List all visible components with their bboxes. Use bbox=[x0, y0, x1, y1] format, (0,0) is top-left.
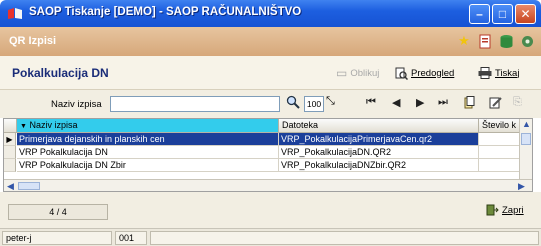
window-title: SAOP Tiskanje [DEMO] - SAOP RAČUNALNIŠTV… bbox=[29, 6, 302, 18]
vertical-scroll-thumb[interactable] bbox=[521, 133, 531, 145]
cell-datoteka[interactable]: VRP_PokalkulacijaDN.QR2 bbox=[279, 146, 479, 159]
sort-down-icon: ▼ bbox=[20, 123, 27, 130]
cell-naziv[interactable]: VRP Pokalkulacija DN bbox=[17, 146, 279, 159]
edit-record-icon[interactable] bbox=[489, 96, 502, 112]
settings-gear-icon[interactable] bbox=[519, 33, 535, 49]
panel-header: QR Izpisi ★ bbox=[0, 27, 541, 56]
printer-icon bbox=[478, 67, 492, 79]
preview-label: Predogled bbox=[411, 67, 455, 79]
minimize-button[interactable]: – bbox=[469, 4, 490, 24]
reports-grid[interactable]: ▼ Naziv izpisa Datoteka Število k ▶ Prim… bbox=[3, 118, 533, 192]
status-user: peter-j bbox=[2, 231, 112, 245]
close-form-button[interactable]: Zapri bbox=[486, 204, 524, 216]
window-titlebar[interactable]: SAOP Tiskanje [DEMO] - SAOP RAČUNALNIŠTV… bbox=[0, 0, 541, 27]
zoom-icon[interactable]: ⤡ bbox=[326, 95, 335, 108]
status-code: 001 bbox=[115, 231, 147, 245]
print-button[interactable]: Tiskaj bbox=[478, 64, 519, 82]
cell-stevilo[interactable] bbox=[479, 159, 520, 172]
last-record-icon[interactable]: ⏭ bbox=[438, 96, 448, 109]
maximize-button[interactable]: □ bbox=[492, 4, 513, 24]
app-logo-icon bbox=[8, 8, 22, 19]
column-header-naziv[interactable]: ▼ Naziv izpisa bbox=[17, 119, 279, 133]
panel-title: QR Izpisi bbox=[9, 35, 57, 47]
design-icon: ▭ bbox=[336, 66, 348, 80]
panel-header-icons: ★ bbox=[456, 33, 535, 51]
column-header-stevilo[interactable]: Število k bbox=[479, 119, 520, 133]
column-header-datoteka[interactable]: Datoteka bbox=[279, 119, 479, 133]
column-header-naziv-label: Naziv izpisa bbox=[29, 120, 78, 130]
next-record-icon[interactable]: ▶ bbox=[416, 96, 424, 109]
copy-record-icon[interactable] bbox=[464, 96, 475, 112]
magnifier-document-icon bbox=[395, 67, 408, 80]
close-form-label: Zapri bbox=[502, 204, 524, 216]
status-bar: peter-j 001 bbox=[0, 228, 541, 246]
search-icon[interactable] bbox=[286, 95, 300, 109]
record-counter: 4 / 4 bbox=[8, 204, 108, 220]
table-row[interactable]: ▶ Primerjava dejanskih in planskih cen V… bbox=[4, 133, 532, 146]
close-icon: ✕ bbox=[520, 7, 531, 21]
column-header-datoteka-label: Datoteka bbox=[282, 120, 319, 130]
form-title: Pokalkulacija DN bbox=[12, 66, 109, 80]
maximize-icon: □ bbox=[498, 7, 507, 21]
cell-datoteka[interactable]: VRP_PokalkulacijaDNZbir.QR2 bbox=[279, 159, 479, 172]
first-record-icon[interactable]: ⏮ bbox=[366, 96, 376, 109]
cell-naziv[interactable]: VRP Pokalkulacija DN Zbir bbox=[17, 159, 279, 172]
filter-label: Naziv izpisa bbox=[51, 99, 102, 110]
form-heading: Pokalkulacija DN ▭ Oblikuj Predogled Tis… bbox=[0, 56, 541, 90]
minimize-icon: – bbox=[476, 7, 483, 21]
document-icon[interactable] bbox=[477, 33, 493, 49]
filter-input[interactable] bbox=[110, 96, 280, 112]
preview-button[interactable]: Predogled bbox=[395, 64, 454, 82]
cell-naziv[interactable]: Primerjava dejanskih in planskih cen bbox=[17, 133, 279, 146]
door-exit-icon bbox=[486, 204, 499, 216]
form-footer: 4 / 4 Zapri bbox=[0, 192, 541, 228]
filter-bar: Naziv izpisa 100 ⤡ ⏮ ◀ ▶ ⏭ ⎘ bbox=[0, 90, 541, 118]
status-message bbox=[150, 231, 539, 245]
cell-stevilo[interactable] bbox=[479, 146, 520, 159]
scroll-right-icon[interactable]: ▶ bbox=[518, 181, 525, 191]
cell-datoteka[interactable]: VRP_PokalkulacijaPrimerjavaCen.qr2 bbox=[279, 133, 479, 146]
horizontal-scrollbar[interactable]: ◀ ▶ bbox=[4, 179, 532, 191]
favorite-star-icon[interactable]: ★ bbox=[456, 33, 472, 49]
cell-stevilo[interactable] bbox=[479, 133, 520, 146]
column-header-stevilo-label: Število k bbox=[482, 120, 517, 130]
zoom-field[interactable]: 100 bbox=[304, 96, 324, 112]
scroll-left-icon[interactable]: ◀ bbox=[7, 181, 14, 191]
design-button[interactable]: ▭ Oblikuj bbox=[336, 64, 379, 82]
horizontal-scroll-thumb[interactable] bbox=[18, 182, 40, 190]
table-row[interactable]: VRP Pokalkulacija DN VRP_PokalkulacijaDN… bbox=[4, 146, 532, 159]
row-indicator bbox=[4, 146, 16, 159]
previous-record-icon[interactable]: ◀ bbox=[392, 96, 400, 109]
delete-record-icon[interactable]: ⎘ bbox=[513, 96, 522, 109]
close-window-button[interactable]: ✕ bbox=[515, 4, 536, 24]
print-label: Tiskaj bbox=[495, 67, 520, 79]
scroll-up-icon[interactable]: ▲ bbox=[522, 119, 531, 129]
table-row[interactable]: VRP Pokalkulacija DN Zbir VRP_Pokalkulac… bbox=[4, 159, 532, 172]
grid-corner bbox=[4, 119, 17, 133]
row-indicator bbox=[4, 159, 16, 172]
design-label: Oblikuj bbox=[350, 67, 380, 79]
current-row-indicator-icon: ▶ bbox=[4, 133, 16, 146]
database-icon[interactable] bbox=[498, 33, 514, 49]
vertical-scrollbar[interactable]: ▲ bbox=[519, 119, 532, 179]
